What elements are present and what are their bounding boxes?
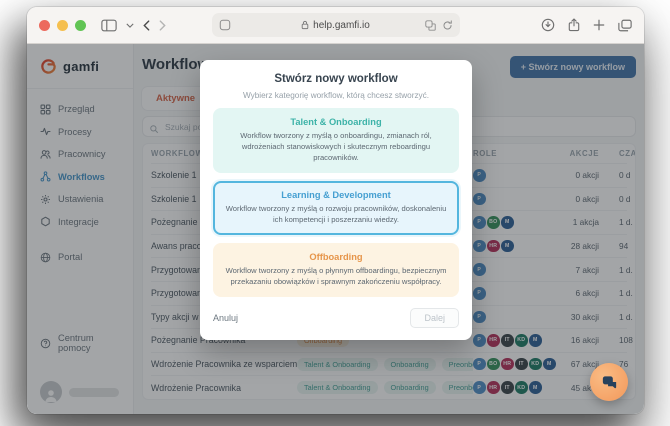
category-cards: Talent & Onboarding Workflow tworzony z m… (213, 108, 459, 297)
category-title: Offboarding (225, 252, 447, 262)
sidebar-toggle-icon[interactable] (101, 19, 117, 32)
translate-icon[interactable] (425, 20, 436, 31)
back-button[interactable] (143, 20, 150, 31)
category-card-orange[interactable]: Offboarding Workflow tworzony z myślą o p… (213, 243, 459, 297)
category-description: Workflow tworzony z myślą o onboardingu,… (225, 130, 447, 163)
browser-toolbar: help.gamfi.io (27, 7, 644, 44)
share-icon[interactable] (568, 18, 580, 32)
lock-icon (301, 20, 309, 30)
page-settings-icon[interactable] (219, 19, 231, 31)
address-bar[interactable]: help.gamfi.io (212, 13, 460, 37)
modal-subtitle: Wybierz kategorię workflow, którą chcesz… (213, 91, 459, 100)
url-text: help.gamfi.io (313, 20, 370, 31)
chevron-down-icon[interactable] (126, 23, 134, 28)
close-window-button[interactable] (39, 20, 50, 31)
minimize-window-button[interactable] (57, 20, 68, 31)
create-workflow-modal: Stwórz nowy workflow Wybierz kategorię w… (200, 60, 472, 340)
tab-overview-icon[interactable] (618, 19, 632, 32)
category-description: Workflow tworzony z myślą o rozwoju prac… (225, 203, 447, 225)
new-tab-icon[interactable] (593, 19, 605, 31)
modal-title: Stwórz nowy workflow (213, 73, 459, 85)
cancel-button[interactable]: Anuluj (213, 313, 238, 323)
category-card-blue[interactable]: Learning & Development Workflow tworzony … (213, 181, 459, 235)
zoom-window-button[interactable] (75, 20, 86, 31)
category-description: Workflow tworzony z myślą o płynnym offb… (225, 265, 447, 287)
app-area: gamfi PrzeglądProcesyPracownicyWorkflows… (27, 44, 644, 414)
next-button[interactable]: Dalej (410, 308, 459, 328)
chat-widget-button[interactable] (590, 363, 628, 401)
forward-button[interactable] (159, 20, 166, 31)
downloads-icon[interactable] (541, 18, 555, 32)
category-title: Talent & Onboarding (225, 117, 447, 127)
category-card-teal[interactable]: Talent & Onboarding Workflow tworzony z m… (213, 108, 459, 173)
reload-icon[interactable] (442, 20, 453, 31)
browser-window: help.gamfi.io (27, 7, 644, 414)
category-title: Learning & Development (225, 190, 447, 200)
chat-icon (600, 373, 619, 392)
window-controls (39, 20, 86, 31)
